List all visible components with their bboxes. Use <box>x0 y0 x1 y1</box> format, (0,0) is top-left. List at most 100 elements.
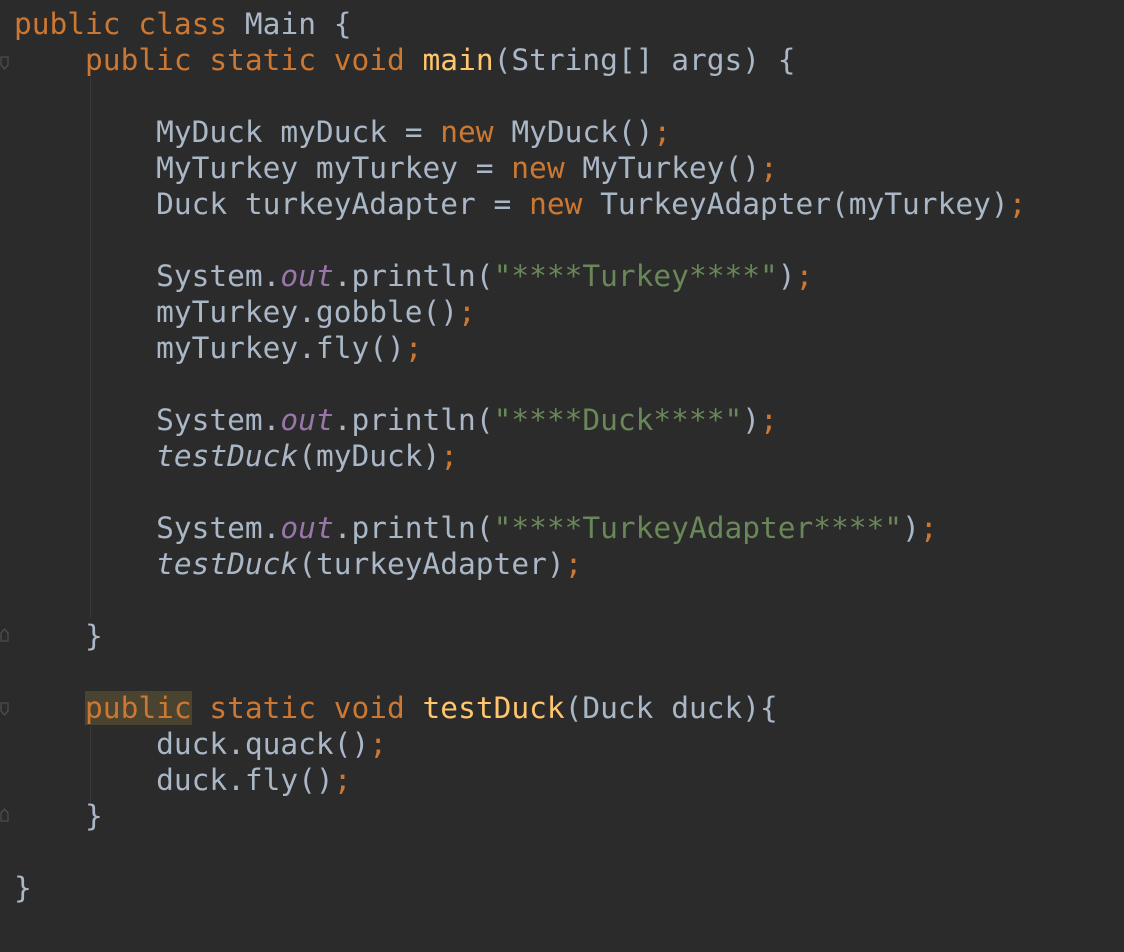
code-line[interactable]: public static void main(String[] args) { <box>14 42 1026 78</box>
fold-marker-icon[interactable] <box>0 628 9 642</box>
code-token: } <box>14 799 103 833</box>
code-token: testDuck <box>156 547 299 581</box>
code-token: duck.quack() <box>14 727 370 761</box>
code-line[interactable]: System.out.println("****Turkey****"); <box>14 258 1026 294</box>
code-token: duck.fly() <box>14 763 334 797</box>
code-token: ; <box>369 727 387 761</box>
code-token: out <box>280 511 334 545</box>
fold-marker-icon[interactable] <box>0 56 9 70</box>
code-token: .println( <box>333 403 494 437</box>
code-token: ) <box>777 259 796 293</box>
code-line[interactable] <box>14 654 1026 690</box>
code-token: main <box>422 43 494 77</box>
code-line[interactable]: Duck turkeyAdapter = new TurkeyAdapter(m… <box>14 186 1026 222</box>
code-line[interactable]: testDuck(myDuck); <box>14 438 1026 474</box>
code-editor[interactable]: public class Main { public static void m… <box>0 0 1124 952</box>
code-line[interactable]: public class Main { <box>14 6 1026 42</box>
code-token: ; <box>653 115 672 149</box>
code-line[interactable]: } <box>14 798 1026 834</box>
code-token: new <box>511 151 565 185</box>
code-token: ; <box>458 295 476 329</box>
code-token: ; <box>919 511 938 545</box>
code-token: TurkeyAdapter(myTurkey) <box>582 187 1009 221</box>
code-line[interactable]: testDuck(turkeyAdapter); <box>14 546 1026 582</box>
code-token: new <box>440 115 494 149</box>
code-token: (Duck duck){ <box>564 691 778 725</box>
code-token: ; <box>564 547 583 581</box>
code-token: ; <box>1008 187 1027 221</box>
code-line[interactable]: System.out.println("****TurkeyAdapter***… <box>14 510 1026 546</box>
code-token: System. <box>14 403 281 437</box>
code-token: out <box>280 259 334 293</box>
code-token: "****TurkeyAdapter****" <box>493 511 903 545</box>
code-token: .println( <box>333 259 494 293</box>
code-token: ; <box>333 763 352 797</box>
code-token: .println( <box>333 511 494 545</box>
code-token: } <box>14 871 32 905</box>
code-line[interactable]: System.out.println("****Duck****"); <box>14 402 1026 438</box>
code-token: static <box>209 691 316 725</box>
code-token: ; <box>795 259 814 293</box>
code-line[interactable]: } <box>14 870 1026 906</box>
code-token: ; <box>440 439 459 473</box>
code-line[interactable] <box>14 78 1026 114</box>
code-token: void <box>333 691 405 725</box>
code-line[interactable]: duck.quack(); <box>14 726 1026 762</box>
source-code[interactable]: public class Main { public static void m… <box>14 6 1026 906</box>
code-token: testDuck <box>156 439 299 473</box>
code-line[interactable] <box>14 474 1026 510</box>
code-token: void <box>333 43 405 77</box>
code-token: ; <box>759 151 778 185</box>
code-line[interactable] <box>14 222 1026 258</box>
code-token: public <box>85 691 192 725</box>
code-token: ; <box>404 331 423 365</box>
code-token: MyTurkey myTurkey = <box>14 151 512 185</box>
code-line[interactable]: myTurkey.gobble(); <box>14 294 1026 330</box>
fold-gutter[interactable] <box>0 0 12 952</box>
code-token: MyTurkey() <box>564 151 760 185</box>
code-line[interactable] <box>14 366 1026 402</box>
code-token: public <box>14 7 121 41</box>
code-token: MyDuck myDuck = <box>14 115 441 149</box>
code-token: myTurkey.gobble() <box>14 295 459 329</box>
code-token: ) <box>902 511 920 545</box>
code-token: myTurkey.fly() <box>14 331 405 365</box>
code-token: "****Duck****" <box>493 403 743 437</box>
code-line[interactable]: myTurkey.fly(); <box>14 330 1026 366</box>
code-token: out <box>280 403 334 437</box>
code-token: (turkeyAdapter) <box>298 547 565 581</box>
code-token: System. <box>14 259 281 293</box>
code-token: "****Turkey****" <box>493 259 778 293</box>
code-token: } <box>14 619 103 653</box>
fold-marker-icon[interactable] <box>0 808 9 822</box>
code-line[interactable]: duck.fly(); <box>14 762 1026 798</box>
code-token: ; <box>760 403 778 437</box>
code-line[interactable]: MyTurkey myTurkey = new MyTurkey(); <box>14 150 1026 186</box>
code-line[interactable]: MyDuck myDuck = new MyDuck(); <box>14 114 1026 150</box>
fold-marker-icon[interactable] <box>0 702 9 716</box>
code-line[interactable] <box>14 834 1026 870</box>
code-token: Main { <box>227 7 352 41</box>
code-token: public <box>85 43 192 77</box>
code-token: Duck turkeyAdapter = <box>14 187 530 221</box>
code-token: ) <box>742 403 760 437</box>
code-line[interactable]: public static void testDuck(Duck duck){ <box>14 690 1026 726</box>
code-line[interactable]: } <box>14 618 1026 654</box>
code-token: (myDuck) <box>298 439 441 473</box>
code-token: class <box>138 7 228 41</box>
code-token: (String[] args) { <box>493 43 796 77</box>
code-token: System. <box>14 511 281 545</box>
code-token: new <box>529 187 583 221</box>
code-line[interactable] <box>14 582 1026 618</box>
